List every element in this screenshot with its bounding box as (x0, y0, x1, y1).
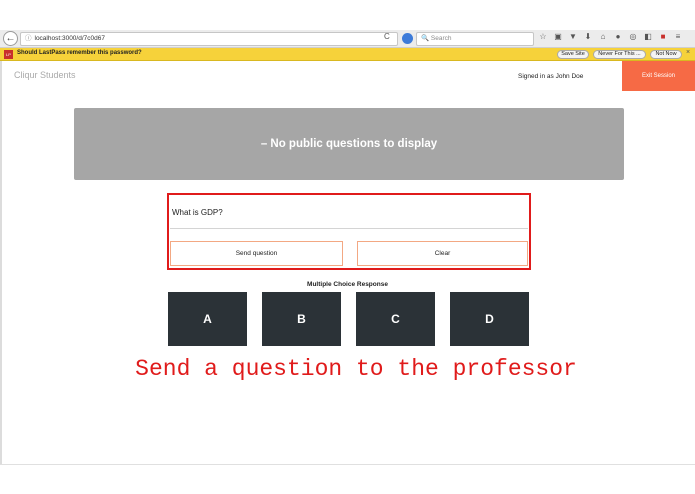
signed-in-text: Signed in as John Doe (518, 73, 584, 80)
reload-icon[interactable]: C (384, 32, 390, 41)
extension-icon[interactable]: ◧ (643, 32, 653, 41)
question-input[interactable] (170, 196, 528, 229)
choice-c-button[interactable]: C (356, 292, 435, 346)
save-site-button[interactable]: Save Site (557, 50, 589, 59)
sync-icon[interactable]: ◎ (628, 32, 638, 41)
choice-a-button[interactable]: A (168, 292, 247, 346)
account-icon[interactable]: ● (613, 32, 623, 41)
reader-icon[interactable]: ▣ (553, 32, 563, 41)
public-questions-panel: – No public questions to display (74, 108, 624, 180)
pocket-icon[interactable]: ▼ (568, 32, 578, 41)
lastpass-prompt: Should LastPass remember this password? (17, 50, 142, 56)
multiple-choice-label: Multiple Choice Response (307, 281, 388, 288)
star-icon[interactable]: ☆ (538, 32, 548, 41)
browser-toolbar: ← ⓘ localhost:3000/d/7c0d67 C 🔍 Search ☆ … (0, 30, 695, 48)
info-icon[interactable]: ⓘ (25, 35, 32, 42)
search-engine-icon[interactable] (402, 33, 413, 44)
send-question-button[interactable]: Send question (170, 241, 343, 266)
menu-icon[interactable]: ≡ (673, 32, 683, 41)
not-now-button[interactable]: Not Now (650, 50, 682, 59)
window-bottom-edge (0, 464, 695, 465)
lastpass-logo: LP (4, 50, 13, 59)
lastpass-icon[interactable]: ■ (658, 32, 668, 41)
never-for-this-button[interactable]: Never For This ... (593, 50, 646, 59)
back-icon[interactable]: ← (3, 31, 18, 46)
choice-d-button[interactable]: D (450, 292, 529, 346)
url-bar[interactable]: ⓘ localhost:3000/d/7c0d67 (20, 32, 398, 46)
clear-button[interactable]: Clear (357, 241, 528, 266)
search-placeholder: Search (430, 35, 452, 42)
instruction-caption: Send a question to the professor (135, 356, 577, 382)
download-icon[interactable]: ⬇ (583, 32, 593, 41)
search-input[interactable]: 🔍 Search (416, 32, 534, 46)
brand-title: Cliqur Students (14, 70, 76, 80)
lastpass-notification-bar: LP Should LastPass remember this passwor… (0, 48, 695, 61)
home-icon[interactable]: ⌂ (598, 32, 608, 41)
url-text: localhost:3000/d/7c0d67 (34, 35, 105, 42)
choice-b-button[interactable]: B (262, 292, 341, 346)
toolbar-icons: ☆ ▣ ▼ ⬇ ⌂ ● ◎ ◧ ■ ≡ (538, 32, 683, 41)
question-form: Send question Clear (167, 193, 531, 270)
window-left-edge (0, 61, 2, 465)
close-icon[interactable]: × (686, 49, 690, 56)
exit-session-button[interactable]: Exit Session (622, 61, 695, 91)
